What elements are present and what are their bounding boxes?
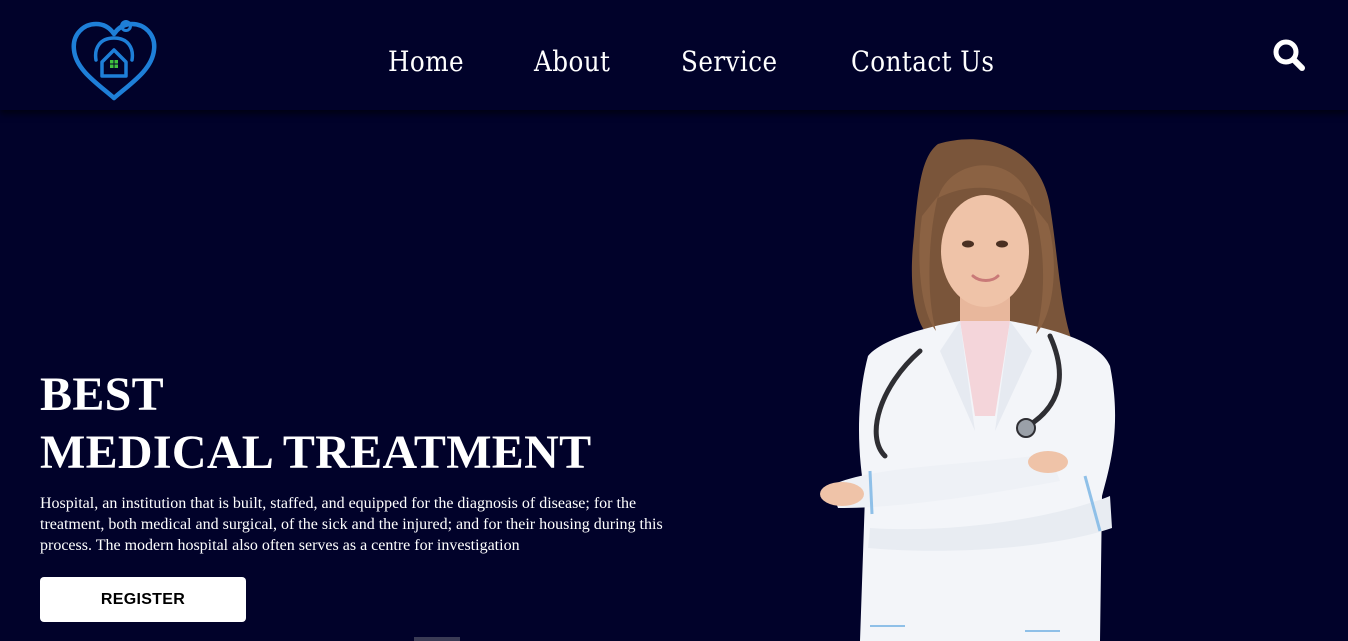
main-nav: Home About Service Contact Us	[358, 40, 1044, 84]
nav-link-service[interactable]: Service	[681, 40, 778, 84]
register-button[interactable]: REGISTER	[40, 577, 246, 622]
nav-link-about[interactable]: About	[534, 40, 610, 84]
scroll-indicator	[414, 637, 460, 641]
hero-title-line1: BEST	[40, 368, 164, 421]
hero-title-line2: MEDICAL TREATMENT	[40, 426, 592, 479]
nav-link-home[interactable]: Home	[388, 40, 464, 84]
doctor-image	[820, 139, 1116, 641]
logo-icon[interactable]	[68, 18, 160, 102]
search-icon[interactable]	[1272, 38, 1306, 72]
nav-link-contact-us[interactable]: Contact Us	[851, 40, 994, 84]
hero-description: Hospital, an institution that is built, …	[40, 495, 663, 554]
navbar: Home About Service Contact Us	[0, 0, 1348, 110]
hero-title: BEST MEDICAL TREATMENT	[40, 366, 591, 482]
